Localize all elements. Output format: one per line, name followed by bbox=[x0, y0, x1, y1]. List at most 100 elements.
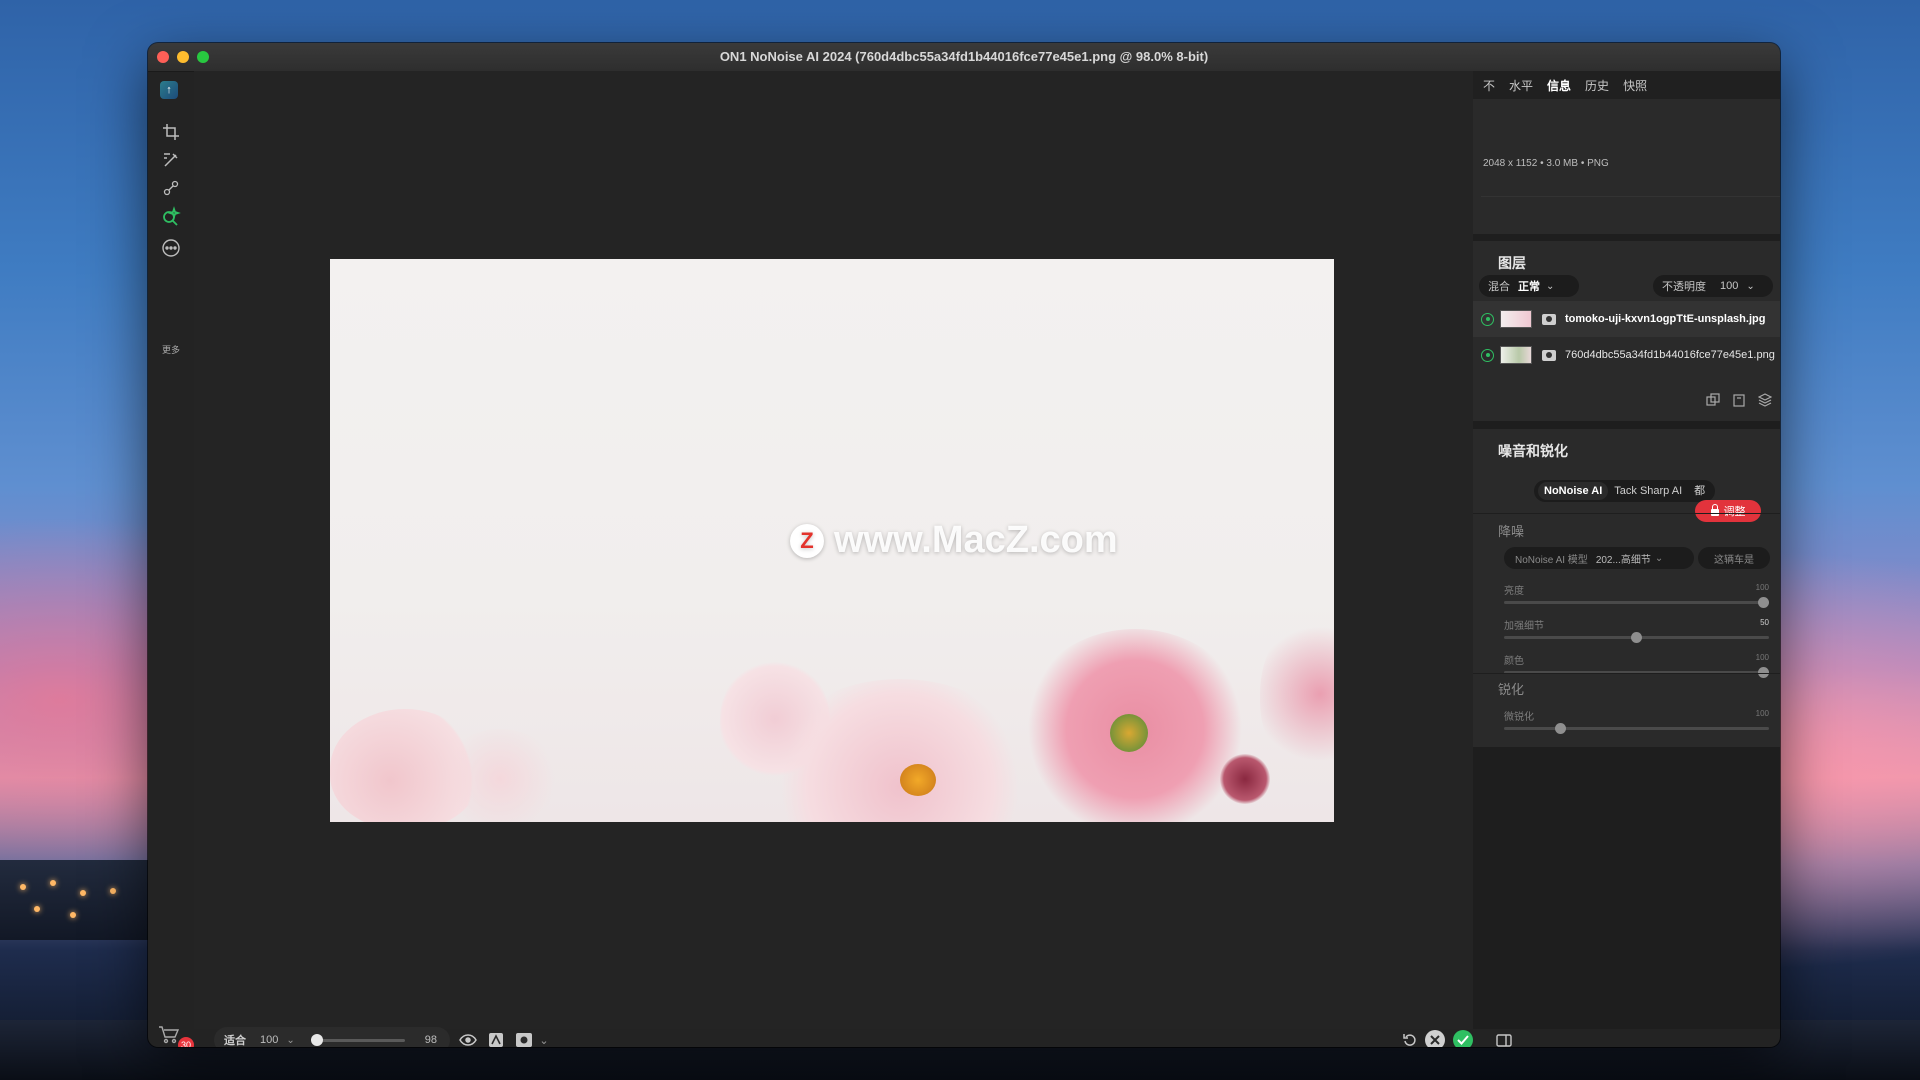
masking-bug-icon[interactable] bbox=[158, 175, 184, 201]
panel-toggle-icon[interactable] bbox=[1495, 1031, 1513, 1047]
compare-icon[interactable] bbox=[487, 1031, 505, 1047]
slider-track[interactable] bbox=[1504, 723, 1769, 734]
noise-sharpen-title: 噪音和锐化 bbox=[1498, 443, 1568, 459]
slider-value: 100 bbox=[1755, 583, 1769, 592]
tool-rail: ↑ 更多 30 bbox=[148, 71, 194, 1047]
slider-label: 加强细节 bbox=[1504, 621, 1544, 632]
tab-history[interactable]: 历史 bbox=[1585, 77, 1609, 94]
reset-icon[interactable] bbox=[1401, 1031, 1419, 1047]
opacity-value: 100 bbox=[1720, 280, 1739, 292]
tab-none[interactable]: 不 bbox=[1483, 77, 1495, 94]
cancel-button[interactable] bbox=[1425, 1030, 1445, 1047]
title-bar: ON1 NoNoise AI 2024 (760d4dbc55a34fd1b44… bbox=[148, 43, 1780, 72]
crop-icon[interactable] bbox=[158, 119, 184, 145]
photo-preview: Z www.MacZ.com bbox=[330, 259, 1334, 822]
flower-bud bbox=[1220, 754, 1270, 804]
image-info-text: 2048 x 1152 • 3.0 MB • PNG bbox=[1483, 158, 1609, 169]
info-panel: 2048 x 1152 • 3.0 MB • PNG bbox=[1473, 99, 1780, 234]
app-window: ON1 NoNoise AI 2024 (760d4dbc55a34fd1b44… bbox=[148, 43, 1780, 1047]
zoom-value[interactable]: 100 bbox=[260, 1034, 278, 1046]
tab-level[interactable]: 水平 bbox=[1509, 77, 1533, 94]
blend-chevron-down-icon: ⌄ bbox=[1546, 280, 1555, 292]
preview-eye-icon[interactable] bbox=[459, 1031, 477, 1047]
opacity-chevron-down-icon: ⌄ bbox=[1746, 280, 1755, 292]
right-panel: 不 水平 信息 历史 快照 2048 x 1152 • 3.0 MB • PNG… bbox=[1473, 71, 1780, 1029]
fit-button[interactable]: 适合 bbox=[224, 1032, 246, 1047]
divider bbox=[1473, 513, 1780, 514]
model-value: 202...高细节 bbox=[1595, 554, 1651, 566]
zoom-slider-knob[interactable] bbox=[310, 1033, 323, 1046]
close-icon bbox=[1430, 1035, 1440, 1045]
slider-track[interactable] bbox=[1504, 597, 1769, 608]
flower-edge bbox=[1260, 619, 1334, 769]
layer-thumbnail bbox=[1500, 310, 1532, 328]
slider-label: 微锐化 bbox=[1504, 712, 1534, 723]
brush-icon[interactable] bbox=[158, 147, 184, 173]
slider-knob[interactable] bbox=[1758, 597, 1769, 608]
slider-value: 50 bbox=[1760, 618, 1769, 627]
new-layer-icon[interactable] bbox=[1732, 393, 1746, 407]
zoom-chevron-down-icon[interactable]: ⌄ bbox=[286, 1035, 294, 1046]
adjust-label: 调整 bbox=[1723, 506, 1746, 518]
mode-both[interactable]: 都 bbox=[1688, 482, 1711, 500]
slider-label: 颜色 bbox=[1504, 656, 1524, 667]
checkmark-icon bbox=[1457, 1035, 1469, 1045]
more-label: 更多 bbox=[161, 345, 180, 355]
blend-value: 正常 bbox=[1518, 281, 1540, 293]
cart-badge: 30 bbox=[178, 1037, 194, 1047]
view-chevron-down-icon[interactable]: ⌄ bbox=[535, 1031, 553, 1047]
layer-visibility-icon[interactable] bbox=[1481, 312, 1494, 326]
model-select[interactable]: NoNoise AI 模型 202...高细节 ⌄ bbox=[1504, 547, 1694, 569]
opacity-label: 不透明度 bbox=[1662, 281, 1706, 293]
zoom-slider-value: 98 bbox=[424, 1034, 437, 1046]
tab-snapshot[interactable]: 快照 bbox=[1623, 77, 1647, 94]
layer-actions bbox=[1706, 393, 1772, 409]
blend-label: 混合 bbox=[1488, 281, 1510, 293]
slider-track[interactable] bbox=[1504, 632, 1769, 643]
apply-button[interactable] bbox=[1453, 1030, 1473, 1047]
reset-model-button[interactable]: 这辆车是 bbox=[1698, 547, 1770, 569]
watermark-logo-icon: Z bbox=[790, 523, 824, 558]
flower-center-stamen bbox=[900, 764, 936, 796]
image-canvas[interactable]: Z www.MacZ.com bbox=[194, 71, 1519, 1029]
model-label: NoNoise AI 模型 bbox=[1515, 554, 1588, 566]
blend-mode-select[interactable]: 混合 正常 ⌄ bbox=[1479, 275, 1579, 297]
layer-mask-icon[interactable] bbox=[1542, 349, 1556, 361]
cart-button[interactable]: 30 bbox=[158, 1025, 194, 1047]
adjust-button[interactable]: 调整 bbox=[1695, 500, 1761, 522]
layer-name: 760d4dbc55a34fd1b44016fce77e45e1.png bbox=[1565, 349, 1775, 361]
noise-reduction-tool-icon[interactable] bbox=[158, 203, 184, 229]
cart-icon bbox=[159, 1026, 180, 1044]
zoom-slider[interactable] bbox=[310, 1033, 405, 1046]
mode-tack-sharp-ai[interactable]: Tack Sharp AI bbox=[1608, 482, 1688, 500]
layers-stack-icon[interactable] bbox=[1758, 393, 1772, 407]
mode-selector: NoNoise AI Tack Sharp AI 都 bbox=[1534, 480, 1716, 502]
desktop-city-lights bbox=[0, 860, 150, 940]
slider-knob[interactable] bbox=[1554, 723, 1566, 734]
slider-knob[interactable] bbox=[1631, 632, 1642, 643]
watermark: Z www.MacZ.com bbox=[790, 519, 1118, 562]
model-chevron-down-icon: ⌄ bbox=[1654, 552, 1664, 564]
opacity-select[interactable]: 不透明度 100 ⌄ bbox=[1653, 275, 1773, 297]
mask-view-icon[interactable] bbox=[515, 1031, 533, 1047]
slider-value: 100 bbox=[1755, 653, 1769, 662]
more-icon[interactable] bbox=[158, 235, 184, 261]
watermark-text: www.MacZ.com bbox=[834, 519, 1118, 561]
flower-right-center bbox=[1110, 714, 1148, 752]
slider-label: 亮度 bbox=[1504, 586, 1524, 597]
layers-section: 图层 混合 正常 ⌄ 不透明度 100 ⌄ tomoko-uji-kxvn1og… bbox=[1473, 241, 1780, 421]
info-divider bbox=[1481, 196, 1780, 197]
layer-mask-icon[interactable] bbox=[1542, 313, 1556, 325]
slider-value: 100 bbox=[1755, 709, 1769, 718]
tab-info[interactable]: 信息 bbox=[1547, 77, 1571, 94]
zoom-control: 适合 100 ⌄ 98 bbox=[214, 1027, 450, 1047]
layer-visibility-icon[interactable] bbox=[1481, 348, 1494, 362]
flower-left-2 bbox=[440, 729, 560, 822]
layer-row[interactable]: tomoko-uji-kxvn1ogpTtE-unsplash.jpg bbox=[1473, 301, 1780, 337]
app-logo-icon: ↑ bbox=[160, 81, 178, 99]
layer-row[interactable]: 760d4dbc55a34fd1b44016fce77e45e1.png bbox=[1473, 337, 1780, 373]
layer-name: tomoko-uji-kxvn1ogpTtE-unsplash.jpg bbox=[1565, 313, 1766, 325]
mode-nonoise-ai[interactable]: NoNoise AI bbox=[1538, 482, 1609, 500]
duplicate-layer-icon[interactable] bbox=[1706, 393, 1720, 407]
layer-thumbnail bbox=[1500, 346, 1532, 364]
